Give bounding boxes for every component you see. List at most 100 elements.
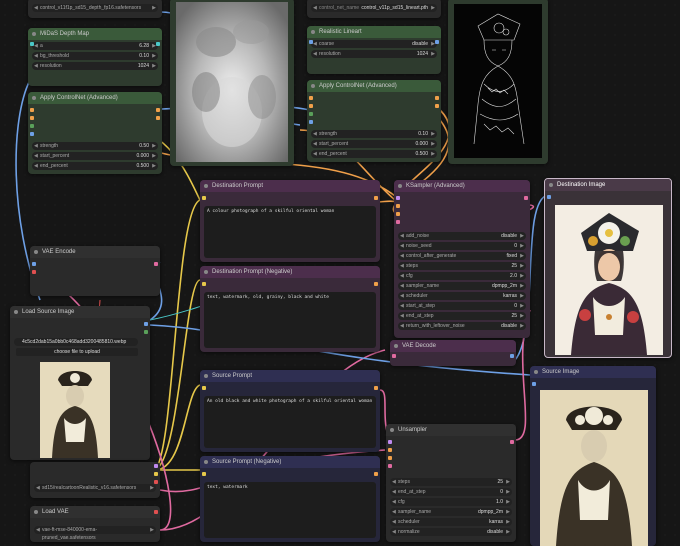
steps-widget[interactable]: ◀ steps 25 ▶ xyxy=(398,262,526,270)
sampler-name-widget[interactable]: ◀ sampler_name dpmpp_2m ▶ xyxy=(390,508,512,516)
start-at-step-widget[interactable]: ◀ start_at_step 0 ▶ xyxy=(398,302,526,310)
start-percent-widget[interactable]: ◀ start_percent 0.000 ▶ xyxy=(311,140,437,148)
vae-input-port[interactable] xyxy=(32,270,36,274)
clip-input-port[interactable] xyxy=(202,386,206,390)
latent-output-port[interactable] xyxy=(154,262,158,266)
end-percent-widget[interactable]: ◀ end_percent 0.500 ▶ xyxy=(32,162,158,170)
image-input-port[interactable] xyxy=(30,132,34,136)
destination-negative-prompt-node[interactable]: Destination Prompt (Negative) text, wate… xyxy=(200,266,380,352)
bg-threshold-widget[interactable]: ◀ bg_threshold 0.10 ▶ xyxy=(32,52,158,60)
checkpoint-select[interactable]: ◀ sd15/realcartoonRealistic_v16.safetenso… xyxy=(34,484,156,492)
conditioning-output-port[interactable] xyxy=(374,472,378,476)
latent-output-port[interactable] xyxy=(510,440,514,444)
choose-file-button[interactable]: choose file to upload xyxy=(16,348,138,356)
prompt-text-area[interactable]: text, watermark xyxy=(204,482,376,538)
mask-output-port[interactable] xyxy=(144,330,148,334)
conditioning-output-port[interactable] xyxy=(374,196,378,200)
negative-output-port[interactable] xyxy=(435,104,439,108)
end-at-step-widget[interactable]: ◀ end_at_step 25 ▶ xyxy=(398,312,526,320)
node-collapse-dot[interactable] xyxy=(534,370,538,374)
node-collapse-dot[interactable] xyxy=(311,30,315,34)
ksampler-advanced-node[interactable]: KSampler (Advanced) ◀ add_noise disable ▶ ◀ n… xyxy=(394,180,530,338)
return-with-leftover-noise-widget[interactable]: ◀ return_with_leftover_noise disable ▶ xyxy=(398,322,526,330)
pixels-input-port[interactable] xyxy=(32,262,36,266)
output-port[interactable] xyxy=(435,40,439,44)
apply-controlnet-node-2[interactable]: Apply ControlNet (Advanced) ◀ strength 0.1… xyxy=(307,80,441,162)
clip-input-port[interactable] xyxy=(202,282,206,286)
node-collapse-dot[interactable] xyxy=(398,184,402,188)
scheduler-widget[interactable]: ◀ scheduler karras ▶ xyxy=(390,518,512,526)
load-vae-node[interactable]: Load VAE ◀ vae-ft-mse-840000-ema-pruned_v… xyxy=(30,506,160,542)
positive-output-port[interactable] xyxy=(435,96,439,100)
positive-input-port[interactable] xyxy=(309,96,313,100)
node-collapse-dot[interactable] xyxy=(204,460,208,464)
end-at-step-widget[interactable]: ◀ end_at_step 0 ▶ xyxy=(390,488,512,496)
images-input-port[interactable] xyxy=(547,195,551,199)
lineart-controlnet-loader-node[interactable]: ◀ control_net_name control_v11p_sd15_lin… xyxy=(307,0,441,18)
strength-widget[interactable]: ◀ strength 0.50 ▶ xyxy=(32,142,158,150)
negative-input-port[interactable] xyxy=(309,104,313,108)
end-percent-widget[interactable]: ◀ end_percent 0.500 ▶ xyxy=(311,150,437,158)
positive-output-port[interactable] xyxy=(156,108,160,112)
destination-image-node[interactable]: Destination Image xyxy=(544,178,672,358)
conditioning-output-port[interactable] xyxy=(374,282,378,286)
input-port[interactable] xyxy=(30,42,34,46)
negative-input-port[interactable] xyxy=(30,116,34,120)
midas-depth-map-node[interactable]: MiDaS Depth Map ◀ a 6.28 ▶ ◀ bg_threshold 0.1… xyxy=(28,28,162,86)
model-input-port[interactable] xyxy=(396,196,400,200)
negative-output-port[interactable] xyxy=(156,116,160,120)
a-widget[interactable]: ◀ a 6.28 ▶ xyxy=(32,42,158,50)
control-after-generate-widget[interactable]: ◀ control_after_generate fixed ▶ xyxy=(398,252,526,260)
coarse-widget[interactable]: ◀ coarse disable ▶ xyxy=(311,40,437,48)
load-checkpoint-node[interactable]: ◀ sd15/realcartoonRealistic_v16.safetenso… xyxy=(30,462,160,498)
node-collapse-dot[interactable] xyxy=(34,510,38,514)
model-output-port[interactable] xyxy=(154,464,158,468)
cfg-widget[interactable]: ◀ cfg 1.0 ▶ xyxy=(390,498,512,506)
steps-widget[interactable]: ◀ steps 25 ▶ xyxy=(390,478,512,486)
node-collapse-dot[interactable] xyxy=(311,84,315,88)
cfg-widget[interactable]: ◀ cfg 2.0 ▶ xyxy=(398,272,526,280)
realistic-lineart-node[interactable]: Realistic Lineart ◀ coarse disable ▶ ◀ resol… xyxy=(307,26,441,74)
images-input-port[interactable] xyxy=(532,382,536,386)
strength-widget[interactable]: ◀ strength 0.10 ▶ xyxy=(311,130,437,138)
prompt-text-area[interactable]: A colour photograph of a skilful orienta… xyxy=(204,206,376,258)
resolution-widget[interactable]: ◀ resolution 1024 ▶ xyxy=(311,50,437,58)
node-collapse-dot[interactable] xyxy=(204,374,208,378)
lineart-preview-node[interactable] xyxy=(448,0,548,164)
image-file-select[interactable]: 4c5cd2dab15a0bb0c468add3200485810.webp xyxy=(14,338,138,346)
vae-output-port[interactable] xyxy=(154,480,158,484)
depth-preview-node[interactable] xyxy=(170,0,294,166)
node-collapse-dot[interactable] xyxy=(32,32,36,36)
source-image-node[interactable]: Source Image xyxy=(530,366,656,546)
model-input-port[interactable] xyxy=(388,440,392,444)
conditioning-output-port[interactable] xyxy=(374,386,378,390)
scheduler-widget[interactable]: ◀ scheduler karras ▶ xyxy=(398,292,526,300)
positive-input-port[interactable] xyxy=(388,448,392,452)
output-port[interactable] xyxy=(156,42,160,46)
image-output-port[interactable] xyxy=(144,322,148,326)
vae-encode-node[interactable]: VAE Encode xyxy=(30,246,160,296)
prompt-text-area[interactable]: An old black and white photograph of a s… xyxy=(204,396,376,448)
controlnet-model-select[interactable]: ◀ control_v11f1p_sd15_depth_fp16.safeten… xyxy=(32,4,158,12)
negative-input-port[interactable] xyxy=(388,456,392,460)
controlnet-model-select[interactable]: ◀ control_net_name control_v11p_sd15_lin… xyxy=(311,4,437,12)
vae-decode-node[interactable]: VAE Decode xyxy=(390,340,516,366)
depth-controlnet-loader-node[interactable]: ◀ control_v11f1p_sd15_depth_fp16.safeten… xyxy=(28,0,162,18)
node-collapse-dot[interactable] xyxy=(32,96,36,100)
latent-input-port[interactable] xyxy=(388,464,392,468)
latent-output-port[interactable] xyxy=(524,196,528,200)
control-net-input-port[interactable] xyxy=(30,124,34,128)
control-net-input-port[interactable] xyxy=(309,112,313,116)
destination-prompt-node[interactable]: Destination Prompt A colour photograph o… xyxy=(200,180,380,262)
sampler-name-widget[interactable]: ◀ sampler_name dpmpp_2m ▶ xyxy=(398,282,526,290)
node-collapse-dot[interactable] xyxy=(204,270,208,274)
node-collapse-dot[interactable] xyxy=(549,183,553,187)
clip-output-port[interactable] xyxy=(154,472,158,476)
vae-output-port[interactable] xyxy=(154,510,158,514)
node-collapse-dot[interactable] xyxy=(34,250,38,254)
latent-input-port[interactable] xyxy=(396,220,400,224)
negative-input-port[interactable] xyxy=(396,212,400,216)
start-percent-widget[interactable]: ◀ start_percent 0.000 ▶ xyxy=(32,152,158,160)
load-source-image-node[interactable]: Load Source Image 4c5cd2dab15a0bb0c468ad… xyxy=(10,306,150,460)
clip-input-port[interactable] xyxy=(202,472,206,476)
